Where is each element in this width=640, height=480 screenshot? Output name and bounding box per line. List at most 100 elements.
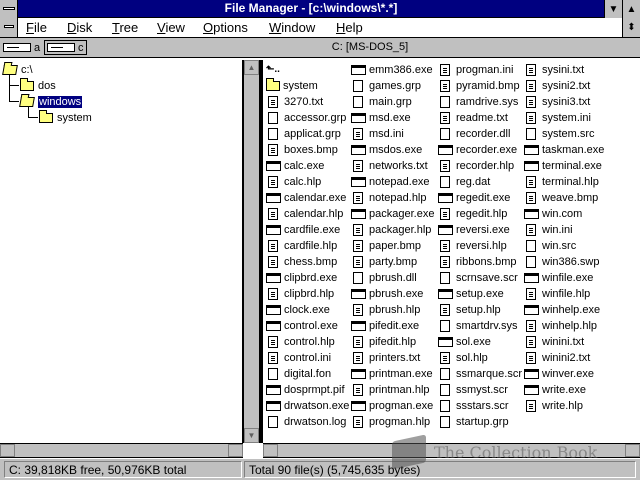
menu-tree[interactable]: Tree (112, 20, 138, 35)
scroll-down-arrow-icon[interactable]: ▼ (244, 428, 259, 443)
file-item[interactable]: sol.exe (438, 334, 491, 350)
file-item[interactable]: digital.fon (266, 366, 331, 382)
menu-disk[interactable]: Disk (67, 20, 92, 35)
maximize-button[interactable]: ▲ (622, 0, 640, 18)
file-item[interactable]: recorder.hlp (438, 158, 514, 174)
file-item[interactable]: winini2.txt (524, 350, 590, 366)
file-item[interactable]: chess.bmp (266, 254, 337, 270)
file-item[interactable]: smartdrv.sys (438, 318, 518, 334)
file-item[interactable]: system (266, 78, 318, 94)
file-item[interactable]: progman.ini (438, 62, 513, 78)
file-item[interactable]: regedit.exe (438, 190, 510, 206)
file-item[interactable]: winini.txt (524, 334, 584, 350)
file-item[interactable]: progman.hlp (351, 414, 430, 430)
file-item[interactable]: terminal.hlp (524, 174, 599, 190)
tree-item-dos[interactable]: dos (20, 78, 56, 94)
document-system-menu-button[interactable] (0, 18, 18, 37)
file-item[interactable]: ribbons.bmp (438, 254, 517, 270)
file-item[interactable]: printman.hlp (351, 382, 430, 398)
file-item[interactable]: calendar.hlp (266, 206, 343, 222)
file-item[interactable]: clock.exe (266, 302, 330, 318)
file-item[interactable]: main.grp (351, 94, 412, 110)
file-item[interactable]: startup.grp (438, 414, 509, 430)
scroll-left-arrow-icon[interactable] (0, 444, 15, 457)
file-item[interactable]: pbrush.exe (351, 286, 423, 302)
directory-tree[interactable]: c:\ dos windows system (0, 60, 243, 443)
file-item[interactable]: reversi.hlp (438, 238, 507, 254)
file-item[interactable]: ⬑.. (266, 62, 283, 78)
file-item[interactable]: winhelp.hlp (524, 318, 597, 334)
file-item[interactable]: sol.hlp (438, 350, 488, 366)
file-item[interactable]: boxes.bmp (266, 142, 338, 158)
file-item[interactable]: write.exe (524, 382, 586, 398)
tree-item-system[interactable]: system (39, 110, 92, 126)
file-item[interactable]: taskman.exe (524, 142, 604, 158)
file-item[interactable]: reversi.exe (438, 222, 510, 238)
file-item[interactable]: calendar.exe (266, 190, 346, 206)
file-item[interactable]: msdos.exe (351, 142, 422, 158)
file-item[interactable]: setup.exe (438, 286, 504, 302)
file-item[interactable]: pyramid.bmp (438, 78, 520, 94)
scroll-right-arrow-icon[interactable] (625, 444, 640, 457)
file-item[interactable]: win386.swp (524, 254, 599, 270)
file-item[interactable]: 3270.txt (266, 94, 323, 110)
file-item[interactable]: scrnsave.scr (438, 270, 518, 286)
file-item[interactable]: ssmarque.scr (438, 366, 522, 382)
menu-options[interactable]: Options (203, 20, 248, 35)
menu-view[interactable]: View (157, 20, 185, 35)
file-list[interactable]: ⬑.. system 3270.txt accessor.grp applicat.gr… (263, 60, 640, 443)
menu-window[interactable]: Window (269, 20, 315, 35)
file-item[interactable]: winver.exe (524, 366, 594, 382)
file-item[interactable]: drwatson.exe (266, 398, 349, 414)
file-item[interactable]: pifedit.hlp (351, 334, 416, 350)
file-item[interactable]: system.ini (524, 110, 591, 126)
file-item[interactable]: clipbrd.exe (266, 270, 337, 286)
file-item[interactable]: emm386.exe (351, 62, 433, 78)
file-item[interactable]: terminal.exe (524, 158, 602, 174)
file-item[interactable]: weave.bmp (524, 190, 598, 206)
tree-vertical-scrollbar[interactable]: ▲ ▼ (243, 60, 260, 443)
file-item[interactable]: ssmyst.scr (438, 382, 508, 398)
file-item[interactable]: notepad.hlp (351, 190, 427, 206)
file-item[interactable]: msd.ini (351, 126, 404, 142)
file-item[interactable]: msd.exe (351, 110, 411, 126)
file-item[interactable]: ramdrive.sys (438, 94, 518, 110)
tree-horizontal-scrollbar[interactable] (0, 443, 243, 458)
file-item[interactable]: games.grp (351, 78, 421, 94)
scroll-right-arrow-icon[interactable] (228, 444, 243, 457)
file-item[interactable]: networks.txt (351, 158, 428, 174)
file-item[interactable]: write.hlp (524, 398, 583, 414)
file-item[interactable]: sysini3.txt (524, 94, 590, 110)
file-item[interactable]: winhelp.exe (524, 302, 600, 318)
minimize-button[interactable]: ▼ (604, 0, 622, 18)
file-item[interactable]: control.ini (266, 350, 331, 366)
file-item[interactable]: calc.exe (266, 158, 324, 174)
file-item[interactable]: calc.hlp (266, 174, 321, 190)
file-item[interactable]: progman.exe (351, 398, 433, 414)
file-item[interactable]: regedit.hlp (438, 206, 507, 222)
file-item[interactable]: setup.hlp (438, 302, 501, 318)
file-item[interactable]: cardfile.hlp (266, 238, 337, 254)
file-item[interactable]: winfile.hlp (524, 286, 590, 302)
title-bar[interactable]: File Manager - [c:\windows\*.*] ▼ ▲ (0, 0, 640, 18)
file-item[interactable]: ssstars.scr (438, 398, 509, 414)
tree-item-root[interactable]: c:\ (2, 62, 33, 78)
document-restore-button[interactable]: ⬍ (622, 18, 640, 37)
system-menu-button[interactable] (0, 0, 18, 18)
file-item[interactable]: packager.hlp (351, 222, 431, 238)
file-item[interactable]: control.hlp (266, 334, 335, 350)
scroll-left-arrow-icon[interactable] (263, 444, 278, 457)
file-item[interactable]: reg.dat (438, 174, 490, 190)
file-item[interactable]: pifedit.exe (351, 318, 419, 334)
file-item[interactable]: readme.txt (438, 110, 508, 126)
file-item[interactable]: accessor.grp (266, 110, 346, 126)
file-item[interactable]: control.exe (266, 318, 338, 334)
file-item[interactable]: party.bmp (351, 254, 417, 270)
file-item[interactable]: pbrush.dll (351, 270, 417, 286)
file-item[interactable]: win.com (524, 206, 582, 222)
file-item[interactable]: win.ini (524, 222, 573, 238)
file-item[interactable]: recorder.dll (438, 126, 510, 142)
file-item[interactable]: paper.bmp (351, 238, 421, 254)
file-item[interactable]: clipbrd.hlp (266, 286, 334, 302)
file-item[interactable]: dosprmpt.pif (266, 382, 345, 398)
